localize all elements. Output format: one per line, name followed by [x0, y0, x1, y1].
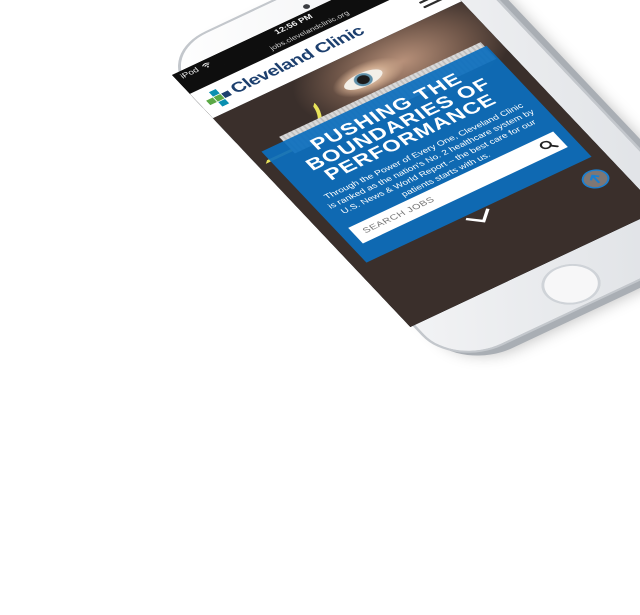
- search-icon[interactable]: [536, 137, 561, 154]
- hamburger-menu-icon[interactable]: [415, 0, 447, 9]
- arrow-up-icon: [589, 174, 601, 184]
- device-mockup-scene: iPod 12:56 PM jobs.clevelandclinic.org C…: [0, 0, 640, 518]
- screen-wrapper: iPod 12:56 PM jobs.clevelandclinic.org C…: [160, 0, 640, 615]
- wifi-icon: [201, 62, 210, 68]
- back-to-top-button[interactable]: [576, 165, 615, 193]
